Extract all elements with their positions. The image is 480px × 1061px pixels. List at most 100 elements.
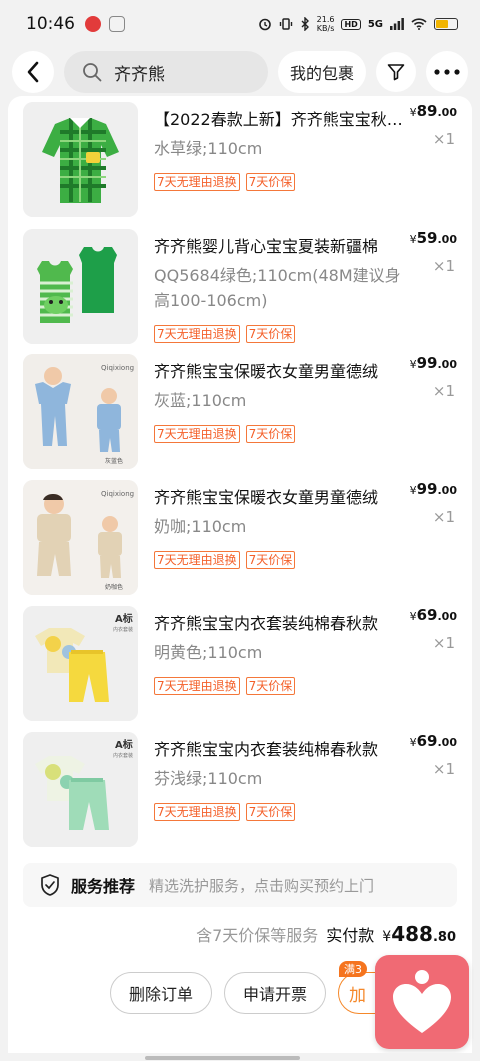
product-price: ¥89.00 [409, 102, 457, 120]
product-price: ¥99.00 [409, 480, 457, 498]
product-title: 齐齐熊宝宝保暖衣女童男童德绒 [154, 362, 379, 381]
delete-order-label: 删除订单 [129, 985, 194, 1004]
product-image: Qiqixiong 奶咖色 [23, 480, 138, 595]
tag-price-protect[interactable]: 7天价保 [245, 425, 296, 443]
search-text: 齐齐熊 [114, 64, 165, 85]
product-image: A标 内衣套装 [23, 606, 138, 721]
service-title: 服务推荐 [71, 877, 136, 896]
product-price: ¥59.00 [409, 229, 457, 247]
status-right: 21.6 KB/s HD 5G [258, 15, 458, 33]
status-bar: 10:46 21.6 KB/s HD 5G [0, 0, 480, 48]
product-spec: QQ5684绿色;110cm(48M建议身高100-106cm) [154, 266, 401, 310]
search-box[interactable]: 齐齐熊 [64, 51, 268, 93]
service-tags: 7天无理由退换 7天价保 [154, 173, 296, 191]
request-invoice-button[interactable]: 申请开票 [224, 972, 327, 1014]
product-title: 齐齐熊宝宝保暖衣女童男童德绒 [154, 488, 379, 507]
tag-return[interactable]: 7天无理由退换 [154, 173, 240, 191]
service-tags: 7天无理由退换 7天价保 [154, 677, 296, 695]
tag-return[interactable]: 7天无理由退换 [154, 425, 240, 443]
status-app-icons [85, 16, 125, 32]
tag-return[interactable]: 7天无理由退换 [154, 551, 240, 569]
order-item[interactable]: Qiqixiong 灰蓝色 齐齐熊宝宝保暖衣女童男童德绒 ¥99.00 灰蓝;1… [23, 354, 457, 470]
battery-icon [434, 18, 458, 30]
alarm-icon [258, 18, 271, 31]
order-item[interactable]: Qiqixiong 奶咖色 齐齐熊宝宝保暖衣女童男童德绒 ¥99.00 奶咖;1… [23, 480, 457, 596]
hd-badge: HD [341, 18, 361, 30]
gallery-icon [109, 16, 125, 32]
product-price: ¥99.00 [409, 354, 457, 372]
product-qty: ×1 [432, 257, 455, 275]
wifi-icon [411, 18, 427, 30]
tag-return[interactable]: 7天无理由退换 [154, 803, 240, 821]
product-spec: 奶咖;110cm [154, 517, 247, 536]
product-title: 齐齐熊婴儿背心宝宝夏装新疆棉 [154, 237, 379, 256]
product-title: 【2022春款上新】齐齐熊宝宝秋冬格子衬衫 [154, 110, 404, 129]
svg-text:内衣套装: 内衣套装 [113, 752, 133, 759]
action-buttons: 删除订单 申请开票 满3 加 [110, 961, 399, 1014]
heart-person-icon [393, 970, 451, 1033]
product-spec: 水草绿;110cm [154, 139, 263, 158]
netease-music-icon [85, 16, 101, 32]
tag-return[interactable]: 7天无理由退换 [154, 677, 240, 695]
product-qty: ×1 [432, 634, 455, 652]
my-package-button[interactable]: 我的包裹 [277, 51, 366, 93]
order-item[interactable]: 【2022春款上新】齐齐熊宝宝秋冬格子衬衫 ¥89.00 水草绿;110cm ×… [23, 102, 457, 218]
product-image [23, 229, 138, 344]
order-card: 【2022春款上新】齐齐熊宝宝秋冬格子衬衫 ¥89.00 水草绿;110cm ×… [8, 96, 472, 1061]
delete-order-button[interactable]: 删除订单 [110, 972, 213, 1014]
bluetooth-icon [301, 17, 309, 31]
service-tags: 7天无理由退换 7天价保 [154, 325, 296, 343]
shield-check-icon [41, 874, 59, 896]
top-bar: 齐齐熊 我的包裹 [0, 48, 480, 96]
plaid-shirt-image [23, 102, 138, 217]
svg-text:Qiqixiong: Qiqixiong [101, 364, 134, 372]
service-tags: 7天无理由退换 7天价保 [154, 803, 296, 821]
product-qty: ×1 [432, 508, 455, 526]
request-invoice-label: 申请开票 [243, 985, 308, 1004]
filter-button[interactable] [376, 52, 416, 92]
svg-text:A标: A标 [115, 612, 133, 625]
product-qty: ×1 [432, 760, 455, 778]
service-recommendation[interactable]: 服务推荐 精选洗护服务，点击购买预约上门 [23, 863, 457, 907]
signal-5g: 5G [367, 18, 383, 30]
tag-return[interactable]: 7天无理由退换 [154, 325, 240, 343]
product-spec: 芬浅绿;110cm [154, 769, 263, 788]
vibrate-icon [279, 18, 292, 30]
service-desc: 精选洗护服务，点击购买预约上门 [149, 876, 375, 895]
order-item[interactable]: 齐齐熊婴儿背心宝宝夏装新疆棉 ¥59.00 QQ5684绿色;110cm(48M… [23, 229, 457, 345]
svg-text:Qiqixiong: Qiqixiong [101, 490, 134, 498]
tag-price-protect[interactable]: 7天价保 [245, 325, 296, 343]
svg-text:灰蓝色: 灰蓝色 [105, 457, 123, 465]
tag-price-protect[interactable]: 7天价保 [245, 173, 296, 191]
order-item[interactable]: A标 内衣套装 齐齐熊宝宝内衣套装纯棉春秋款 ¥69.00 明黄色;110cm … [23, 606, 457, 722]
tag-price-protect[interactable]: 7天价保 [245, 677, 296, 695]
order-total: 含7天价保等服务 实付款 ¥488.80 [196, 922, 456, 946]
promo-badge: 满3 [339, 961, 368, 977]
svg-text:A标: A标 [115, 738, 133, 751]
product-spec: 明黄色;110cm [154, 643, 263, 662]
filter-icon [387, 64, 405, 81]
product-qty: ×1 [432, 382, 455, 400]
search-icon [83, 63, 102, 82]
status-time: 10:46 [26, 14, 75, 34]
blue-thermal-set-image: Qiqixiong 灰蓝色 [23, 354, 138, 469]
product-image: A标 内衣套装 [23, 732, 138, 847]
product-image [23, 102, 138, 217]
net-speed: 21.6 KB/s [316, 15, 335, 33]
signal-icon [390, 18, 404, 30]
tag-price-protect[interactable]: 7天价保 [245, 803, 296, 821]
back-button[interactable] [12, 51, 54, 93]
chevron-left-icon [27, 61, 39, 83]
more-icon [434, 69, 460, 75]
more-button[interactable] [426, 51, 468, 93]
floating-heart-widget[interactable] [375, 955, 469, 1049]
home-indicator[interactable] [145, 1056, 300, 1060]
total-label: 实付款 [326, 926, 375, 945]
svg-text:内衣套装: 内衣套装 [113, 626, 133, 633]
order-item[interactable]: A标 内衣套装 齐齐熊宝宝内衣套装纯棉春秋款 ¥69.00 芬浅绿;110cm … [23, 732, 457, 848]
my-package-label: 我的包裹 [289, 64, 354, 83]
add-to-cart-label: 加 [349, 985, 367, 1006]
tag-price-protect[interactable]: 7天价保 [245, 551, 296, 569]
total-amount: ¥488.80 [382, 922, 456, 946]
product-price: ¥69.00 [409, 606, 457, 624]
